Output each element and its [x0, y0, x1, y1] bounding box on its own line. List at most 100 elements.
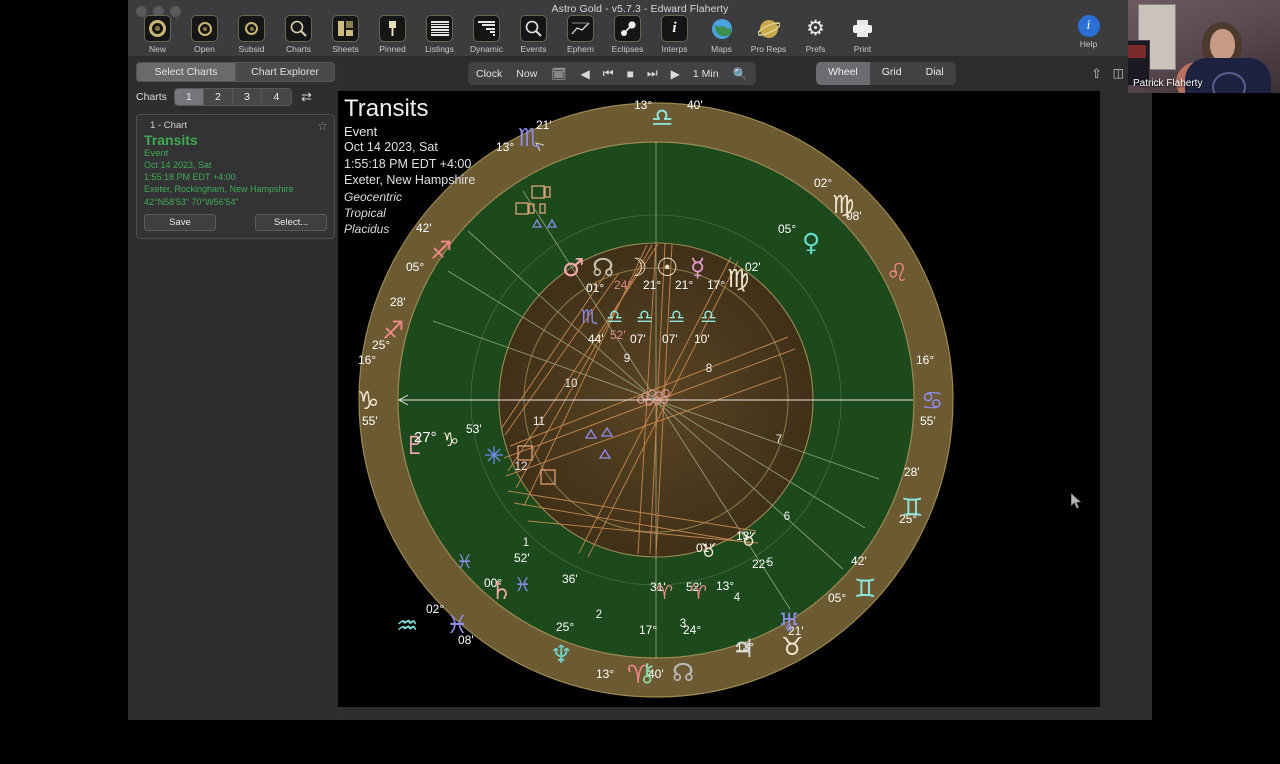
calendar-icon[interactable]: 🗓	[551, 67, 566, 81]
chart-card-time: 1:55:18 PM EDT +4:00	[144, 172, 236, 183]
planet-report-icon	[755, 15, 782, 42]
select-button[interactable]: Select...	[255, 213, 327, 231]
svg-text:♈: ♈	[690, 582, 707, 604]
tab-select-charts[interactable]: Select Charts	[136, 62, 236, 82]
step-back-icon[interactable]: ◀	[581, 67, 590, 81]
toolbar-label: Pinned	[379, 44, 406, 54]
svg-text:13°: 13°	[716, 579, 734, 593]
save-button[interactable]: Save	[144, 213, 216, 231]
svg-text:17°: 17°	[639, 623, 657, 637]
view-mode-segmented-control[interactable]: Wheel Grid Dial	[816, 62, 956, 85]
svg-text:♀: ♀	[802, 228, 820, 257]
chart-slot-2[interactable]: 2	[203, 89, 233, 105]
svg-text:2: 2	[596, 609, 602, 621]
mouse-pointer-icon	[1071, 493, 1082, 509]
chart-card-title: Transits	[144, 132, 198, 148]
toolbar-button-interps[interactable]: i Interps	[651, 15, 698, 54]
star-outline-icon[interactable]: ☆	[317, 119, 328, 133]
svg-text:8: 8	[706, 363, 712, 375]
view-mode-grid[interactable]: Grid	[870, 62, 914, 85]
view-mode-dial[interactable]: Dial	[914, 62, 956, 85]
toolbar-label: New	[148, 44, 166, 54]
webcam-overlay[interactable]: Patrick Flaherty	[1128, 0, 1280, 93]
svg-text:55': 55'	[920, 414, 936, 428]
sidebar-mode-segmented-control[interactable]: Select Charts Chart Explorer	[136, 62, 335, 82]
svg-text:42': 42'	[851, 554, 867, 568]
toolbar-button-ephem[interactable]: Ephem	[557, 15, 604, 54]
toolbar-button-charts[interactable]: Charts	[275, 15, 322, 54]
svg-text:♄: ♄	[490, 576, 512, 605]
subsidiary-charts-icon	[238, 15, 265, 42]
toolbar-button-prefs[interactable]: ⚙ Prefs	[792, 15, 839, 54]
shuffle-icon[interactable]: ⇄	[301, 89, 312, 105]
toolbar-label: Print	[853, 44, 872, 54]
toolbar-button-pinned[interactable]: Pinned	[369, 15, 416, 54]
chart-slot-1[interactable]: 1	[174, 89, 204, 105]
toolbar-button-events[interactable]: Events	[510, 15, 557, 54]
toolbar-button-listings[interactable]: Listings	[416, 15, 463, 54]
svg-text:⚷: ⚷	[638, 658, 656, 687]
open-folder-icon	[191, 15, 218, 42]
charts-selector-row: Charts 1 2 3 4 ⇄	[136, 88, 335, 106]
astrology-wheel: 1 2 3 4 5 6 7 8 9 10 11 12 13° 40' 13° 4…	[338, 91, 1100, 707]
toolbar-button-pro-reps[interactable]: Pro Reps	[745, 15, 792, 54]
toolbar-button-help[interactable]: i Help	[1065, 15, 1112, 49]
toolbar-label: Interps	[661, 44, 688, 54]
jump-back-icon[interactable]: ⏮	[603, 66, 614, 81]
toolbar-button-new[interactable]: New	[134, 15, 181, 54]
svg-text:9: 9	[624, 353, 630, 365]
svg-text:13°: 13°	[596, 667, 614, 681]
svg-text:10: 10	[565, 378, 578, 390]
toolbar-label: Events	[520, 44, 547, 54]
svg-text:17°: 17°	[707, 278, 725, 292]
play-icon[interactable]: ▶	[671, 67, 680, 81]
view-mode-wheel[interactable]: Wheel	[816, 62, 870, 85]
info-circle-icon: i	[1077, 15, 1100, 37]
ephemeris-graph-icon	[567, 15, 594, 42]
jump-forward-icon[interactable]: ⏭	[647, 66, 658, 81]
interval-value[interactable]: 1 Min	[693, 68, 719, 80]
chart-slot-4[interactable]: 4	[261, 89, 291, 105]
tab-chart-explorer[interactable]: Chart Explorer	[236, 62, 335, 82]
toolbar-button-print[interactable]: Print	[839, 15, 886, 54]
toolbar-button-maps[interactable]: Maps	[698, 15, 745, 54]
svg-text:4: 4	[734, 592, 741, 604]
toolbar-button-open[interactable]: Open	[181, 15, 228, 54]
svg-text:♃: ♃	[732, 634, 754, 663]
svg-text:7: 7	[776, 434, 782, 446]
svg-text:♋: ♋	[921, 386, 943, 415]
svg-text:♒: ♒	[396, 611, 418, 640]
toolbar-button-subsid[interactable]: Subsid	[228, 15, 275, 54]
svg-text:♑: ♑	[357, 386, 379, 415]
toolbar-button-eclipses[interactable]: Eclipses	[604, 15, 651, 54]
events-magnifier-icon	[520, 15, 547, 42]
pin-icon	[379, 15, 406, 42]
toolbar-button-dynamic[interactable]: Dynamic	[463, 15, 510, 54]
svg-text:♑: ♑	[442, 429, 459, 451]
svg-text:42': 42'	[416, 221, 432, 235]
chart-slot-segmented-control[interactable]: 1 2 3 4	[173, 88, 292, 106]
svg-text:16°: 16°	[358, 353, 376, 367]
svg-text:♍: ♍	[832, 190, 854, 219]
share-icon[interactable]: ⇧	[1091, 66, 1102, 82]
svg-text:55': 55'	[362, 414, 378, 428]
now-button[interactable]: Now	[516, 68, 537, 80]
svg-text:07': 07'	[662, 332, 678, 346]
content-area: Select Charts Chart Explorer Charts 1 2 …	[128, 57, 1152, 720]
new-chart-icon	[144, 15, 171, 42]
chart-card[interactable]: 1 - Chart ☆ Transits Event Oct 14 2023, …	[136, 114, 335, 239]
sidebar-toggle-icon[interactable]: ◫	[1113, 66, 1124, 80]
svg-text:11: 11	[533, 416, 545, 428]
clock-toolbar: Clock Now 🗓 ◀ ⏮ ■ ⏭ ▶ 1 Min 🔍 Wheel Grid…	[343, 57, 1152, 91]
clock-label[interactable]: Clock	[476, 68, 502, 80]
svg-text:24°: 24°	[683, 623, 701, 637]
chart-canvas[interactable]: 1 2 3 4 5 6 7 8 9 10 11 12 13° 40' 13° 4…	[338, 91, 1100, 707]
search-icon[interactable]: 🔍	[733, 67, 748, 81]
chart-slot-3[interactable]: 3	[232, 89, 262, 105]
svg-text:♉: ♉	[700, 540, 717, 562]
toolbar-button-sheets[interactable]: Sheets	[322, 15, 369, 54]
svg-text:27°: 27°	[414, 429, 437, 446]
svg-text:♏: ♏	[518, 123, 540, 152]
toolbar-label: Maps	[711, 44, 732, 54]
stop-icon[interactable]: ■	[627, 67, 634, 81]
